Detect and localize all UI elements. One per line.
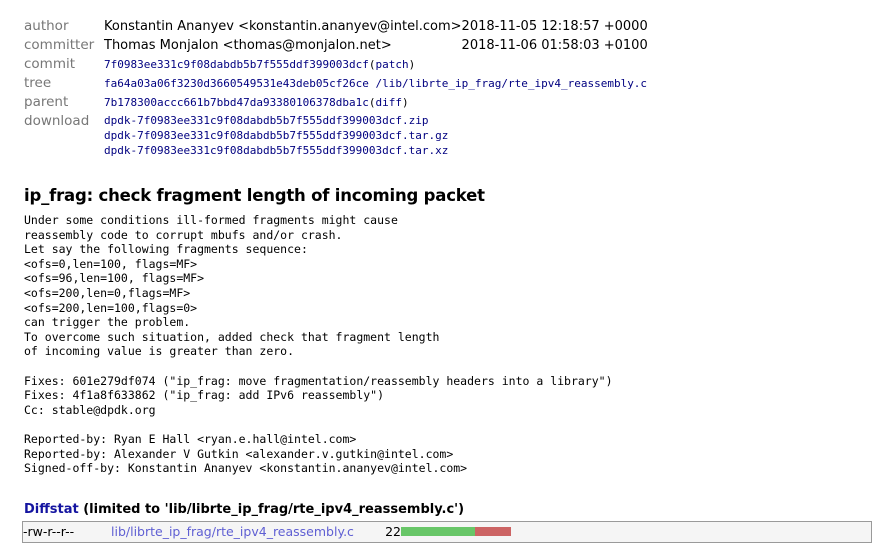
- diffstat-row: -rw-r--r-- lib/librte_ip_frag/rte_ipv4_r…: [23, 521, 872, 542]
- parent-cell: 7b178300accc661b7bbd47da93380106378dba1c…: [104, 94, 648, 113]
- commit-patch-link[interactable]: patch: [376, 58, 409, 71]
- diffstat-table: -rw-r--r-- lib/librte_ip_frag/rte_ipv4_r…: [22, 520, 872, 543]
- additions-bar: [401, 526, 475, 536]
- commit-info-row-commit: commit 7f0983ee331c9f08dabdb5b7f555ddf39…: [24, 56, 648, 75]
- download-link-zip[interactable]: dpdk-7f0983ee331c9f08dabdb5b7f555ddf3990…: [104, 114, 429, 127]
- parent-diff-link[interactable]: diff: [376, 96, 403, 109]
- tree-path-link[interactable]: /lib/librte_ip_frag/rte_ipv4_reassembly.…: [376, 77, 648, 90]
- tree-sha-link[interactable]: fa64a03a06f3230d3660549531e43deb05cf26ce: [104, 77, 369, 90]
- parent-sha-link[interactable]: 7b178300accc661b7bbd47da93380106378dba1c: [104, 96, 369, 109]
- download-line-targz: dpdk-7f0983ee331c9f08dabdb5b7f555ddf3990…: [104, 128, 648, 143]
- commit-info-table: author Konstantin Ananyev <konstantin.an…: [24, 18, 648, 160]
- change-bar: [401, 526, 871, 536]
- tree-cell: fa64a03a06f3230d3660549531e43deb05cf26ce…: [104, 75, 648, 94]
- commit-info-row-author: author Konstantin Ananyev <konstantin.an…: [24, 18, 648, 37]
- file-mode: -rw-r--r--: [23, 523, 75, 539]
- commit-message-body: Under some conditions ill-formed fragmen…: [24, 213, 613, 476]
- download-cell: dpdk-7f0983ee331c9f08dabdb5b7f555ddf3990…: [104, 113, 648, 160]
- commit-page: author Konstantin Ananyev <konstantin.an…: [0, 18, 893, 552]
- commit-info-row-tree: tree fa64a03a06f3230d3660549531e43deb05c…: [24, 75, 648, 94]
- deletions-bar: [475, 526, 511, 536]
- row-label-download: download: [24, 113, 90, 129]
- row-label-parent: parent: [24, 94, 69, 110]
- row-label-author: author: [24, 18, 69, 34]
- parent-diff-open: (: [368, 96, 376, 109]
- change-graph: [401, 521, 872, 542]
- download-line-tarxz: dpdk-7f0983ee331c9f08dabdb5b7f555ddf3990…: [104, 143, 648, 158]
- parent-diff-close: ): [402, 96, 409, 109]
- committer-date: 2018-11-06 01:58:03 +0100: [461, 38, 648, 53]
- author-value: Konstantin Ananyev <konstantin.ananyev@i…: [104, 19, 462, 34]
- download-link-tar-gz[interactable]: dpdk-7f0983ee331c9f08dabdb5b7f555ddf3990…: [104, 129, 448, 142]
- commit-info-row-committer: committer Thomas Monjalon <thomas@monjal…: [24, 37, 648, 56]
- row-label-tree: tree: [24, 75, 52, 91]
- change-count: 22: [385, 523, 401, 539]
- commit-patch-close: ): [408, 58, 416, 71]
- committer-value: Thomas Monjalon <thomas@monjalon.net>: [104, 38, 392, 53]
- file-name-cell: lib/librte_ip_frag/rte_ipv4_reassembly.c: [111, 521, 379, 542]
- file-name-link[interactable]: lib/librte_ip_frag/rte_ipv4_reassembly.c: [111, 524, 354, 539]
- row-label-commit: commit: [24, 56, 76, 72]
- diffstat-title: Diffstat: [24, 501, 79, 517]
- commit-sha-cell: 7f0983ee331c9f08dabdb5b7f555ddf399003dcf…: [104, 56, 648, 75]
- row-label-committer: committer: [24, 37, 95, 53]
- download-link-tar-xz[interactable]: dpdk-7f0983ee331c9f08dabdb5b7f555ddf3990…: [104, 144, 448, 157]
- commit-info-row-parent: parent 7b178300accc661b7bbd47da933801063…: [24, 94, 648, 113]
- commit-info-row-download: download dpdk-7f0983ee331c9f08dabdb5b7f5…: [24, 113, 648, 160]
- diffstat-scope: (limited to 'lib/librte_ip_frag/rte_ipv4…: [78, 501, 465, 517]
- commit-subject: ip_frag: check fragment length of incomi…: [24, 186, 485, 205]
- commit-sha-link[interactable]: 7f0983ee331c9f08dabdb5b7f555ddf399003dcf: [104, 58, 369, 71]
- diffstat-heading: Diffstat (limited to 'lib/librte_ip_frag…: [24, 502, 893, 517]
- author-date: 2018-11-05 12:18:57 +0000: [461, 19, 648, 34]
- download-line-zip: dpdk-7f0983ee331c9f08dabdb5b7f555ddf3990…: [104, 113, 648, 128]
- commit-patch-open: (: [368, 58, 376, 71]
